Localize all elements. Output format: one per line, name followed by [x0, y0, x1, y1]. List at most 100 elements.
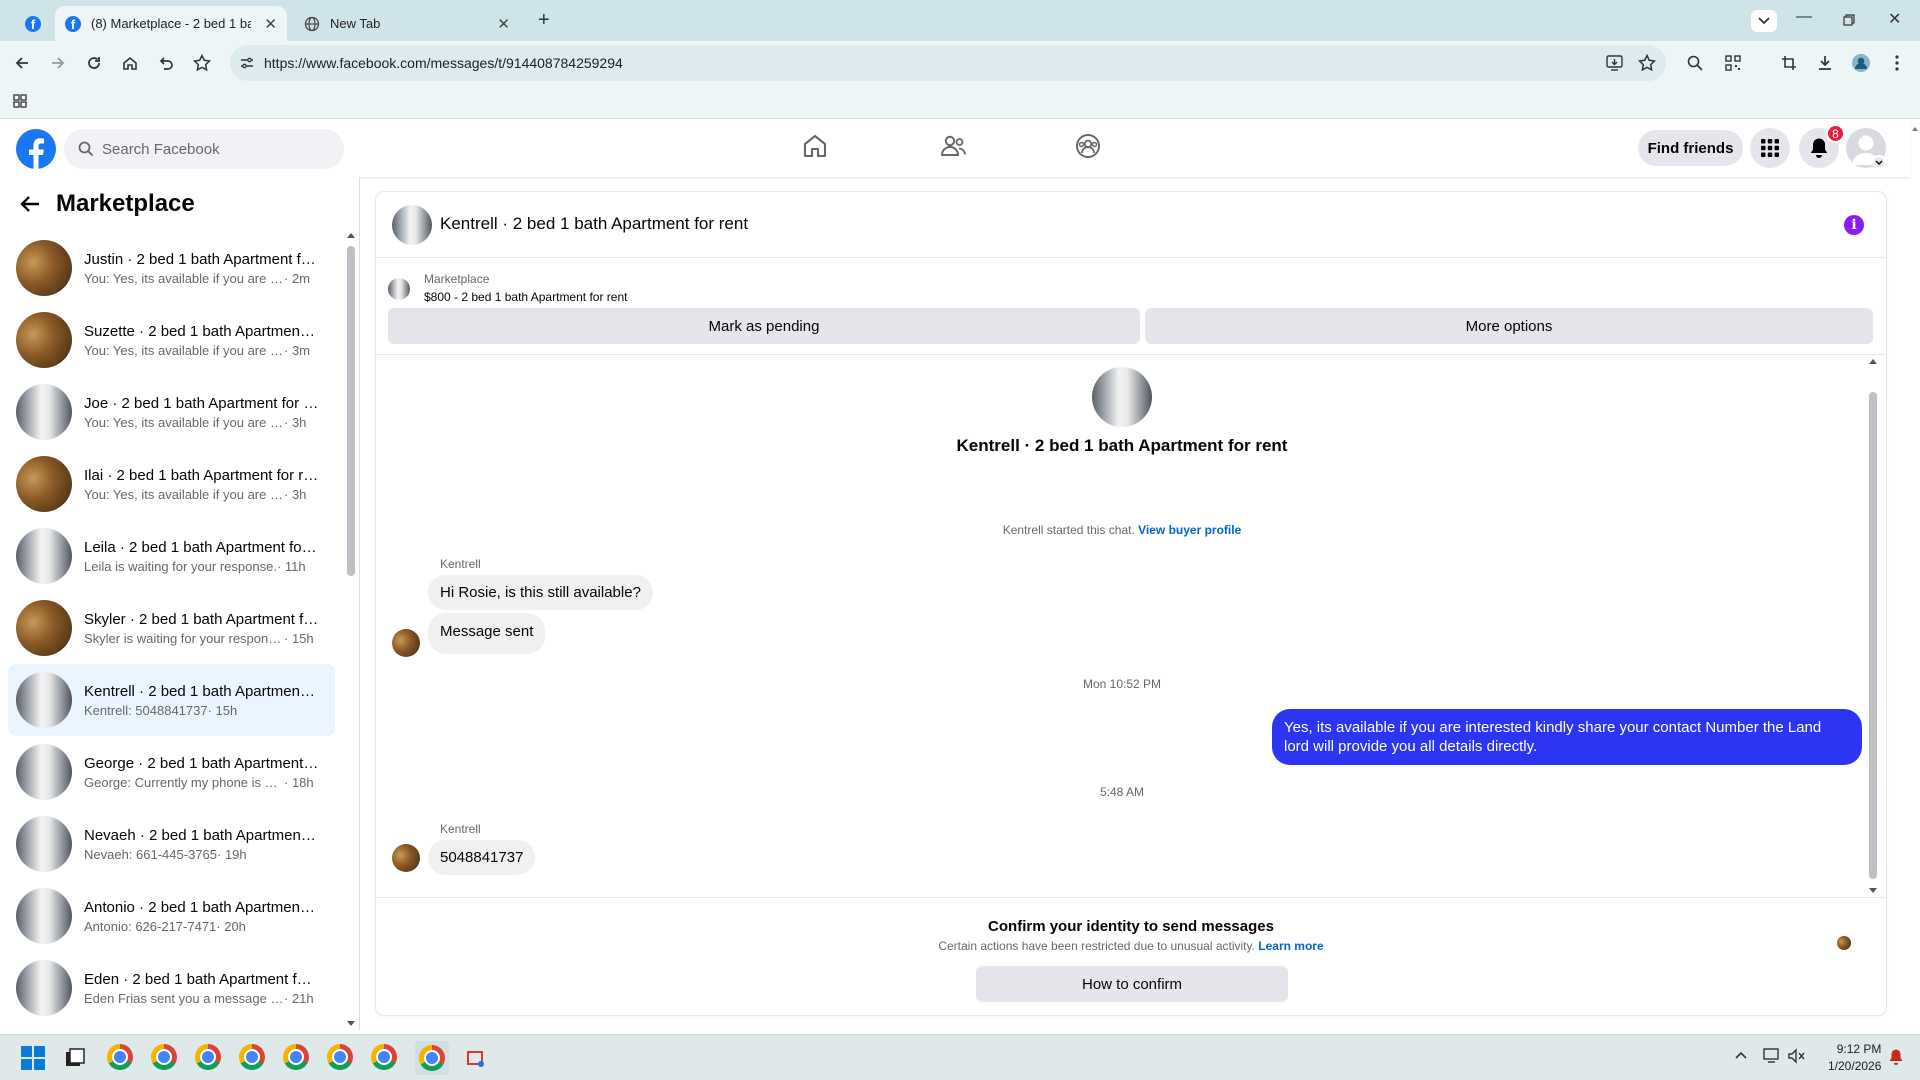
new-tab-icon[interactable]: + [538, 9, 550, 32]
close-tab-icon[interactable]: ✕ [264, 15, 277, 33]
info-icon[interactable]: i [1844, 215, 1864, 235]
buyer-avatar-large[interactable] [1092, 367, 1152, 427]
how-to-confirm-button[interactable]: How to confirm [976, 966, 1288, 1002]
conversation-preview-row: You: Yes, its available if you are inter… [84, 271, 319, 286]
windows-start-icon[interactable] [19, 1044, 47, 1072]
chrome-icon[interactable] [283, 1044, 311, 1072]
minimize-icon[interactable]: — [1796, 8, 1812, 26]
task-view-icon[interactable] [61, 1044, 89, 1072]
chrome-icon[interactable] [107, 1044, 135, 1072]
conversation-item[interactable]: Ilai · 2 bed 1 bath Apartment for rent Yo… [8, 448, 335, 520]
conversation-item[interactable]: Kentrell · 2 bed 1 bath Apartment for re… [8, 664, 335, 736]
chrome-icon[interactable] [195, 1044, 223, 1072]
incoming-message[interactable]: 5048841737 [428, 840, 536, 875]
bookmark-star-icon[interactable] [190, 51, 214, 75]
pinned-tab-facebook[interactable]: f [16, 6, 50, 41]
back-icon[interactable] [10, 51, 34, 75]
view-buyer-profile-link[interactable]: View buyer profile [1138, 523, 1241, 537]
sidebar-scroll-thumb[interactable] [347, 246, 355, 576]
message-sender: Kentrell [440, 822, 481, 836]
chrome-icon[interactable] [151, 1044, 179, 1072]
conversation-time: · 3m [284, 342, 310, 358]
friends-nav-icon[interactable] [939, 133, 967, 159]
install-app-icon[interactable] [1606, 55, 1623, 71]
chat-scrollbar[interactable] [1867, 358, 1879, 895]
tab-new-tab[interactable]: New Tab ✕ [294, 6, 520, 41]
close-window-icon[interactable]: ✕ [1888, 9, 1901, 29]
search-input[interactable]: Search Facebook [64, 129, 344, 169]
forward-icon[interactable] [46, 51, 70, 75]
chat-title[interactable]: Kentrell · 2 bed 1 bath Apartment for re… [440, 214, 748, 234]
find-friends-button[interactable]: Find friends [1638, 130, 1743, 166]
conversation-item[interactable]: Skyler · 2 bed 1 bath Apartment for rent… [8, 592, 335, 664]
tab-search-icon[interactable] [1751, 10, 1777, 32]
sender-avatar[interactable] [392, 844, 420, 872]
learn-more-link[interactable]: Learn more [1258, 939, 1323, 953]
groups-nav-icon[interactable] [1075, 133, 1101, 159]
sender-avatar[interactable] [392, 629, 420, 657]
sidebar-title: Marketplace [56, 190, 195, 217]
download-icon[interactable] [1813, 51, 1837, 75]
more-menu-icon[interactable] [1885, 51, 1909, 75]
facebook-logo-icon[interactable] [16, 129, 56, 169]
chrome-icon[interactable] [371, 1044, 399, 1072]
conversation-item[interactable]: Justin · 2 bed 1 bath Apartment for rent… [8, 232, 335, 304]
site-settings-icon[interactable] [240, 56, 254, 70]
conversation-item[interactable]: Nevaeh · 2 bed 1 bath Apartment for rent… [8, 808, 335, 880]
qr-code-icon[interactable] [1721, 51, 1745, 75]
conversation-preview: Leila is waiting for your response. [84, 558, 277, 574]
mark-as-pending-button[interactable]: Mark as pending [388, 308, 1140, 344]
conversation-preview: Antonio: 626-217-7471 [84, 918, 217, 934]
snipping-tool-icon[interactable] [462, 1044, 490, 1072]
conversation-preview: You: Yes, its available if you are inter… [84, 486, 284, 502]
crop-icon[interactable] [1777, 51, 1801, 75]
apps-grid-icon[interactable] [13, 94, 27, 108]
account-chevron-icon[interactable] [1872, 155, 1886, 169]
system-clock[interactable]: 9:12 PM 1/20/2026 [1828, 1041, 1881, 1075]
conversation-preview: Eden Frias sent you a message about your… [84, 990, 284, 1006]
close-tab-icon[interactable]: ✕ [497, 15, 510, 33]
tab-marketplace[interactable]: f (8) Marketplace - 2 bed 1 bath ✕ [55, 6, 287, 41]
reload-icon[interactable] [82, 51, 106, 75]
address-bar[interactable]: https://www.facebook.com/messages/t/9144… [230, 45, 1666, 81]
menu-button[interactable] [1750, 128, 1790, 168]
profile-icon[interactable] [1849, 51, 1873, 75]
conversation-item[interactable]: George · 2 bed 1 bath Apartment for rent… [8, 736, 335, 808]
conversation-time: · 21h [284, 990, 314, 1006]
conversation-text: Nevaeh · 2 bed 1 bath Apartment for rent… [84, 827, 319, 862]
back-arrow-icon[interactable] [20, 195, 40, 213]
chrome-icon[interactable] [327, 1044, 355, 1072]
outgoing-message[interactable]: Yes, its available if you are interested… [1272, 709, 1862, 765]
page-scrollbar[interactable] [1910, 125, 1920, 1025]
conversation-text: Ilai · 2 bed 1 bath Apartment for rent Yo… [84, 467, 319, 502]
home-icon[interactable] [118, 51, 142, 75]
bookmark-page-icon[interactable] [1638, 54, 1656, 72]
conversation-item[interactable]: Joe · 2 bed 1 bath Apartment for rent You… [8, 376, 335, 448]
chat-scroll-thumb[interactable] [1869, 392, 1877, 879]
conversation-preview-row: Kentrell: 5048841737 · 15h [84, 703, 319, 718]
conversation-item[interactable]: Suzette · 2 bed 1 bath Apartment for ren… [8, 304, 335, 376]
chrome-icon-active[interactable] [415, 1041, 449, 1075]
incoming-message[interactable]: Hi Rosie, is this still available? [428, 575, 653, 610]
sidebar-scrollbar[interactable] [345, 232, 357, 1027]
home-nav-icon[interactable] [802, 133, 828, 159]
undo-icon[interactable] [154, 51, 178, 75]
conversation-item[interactable]: Antonio · 2 bed 1 bath Apartment for ren… [8, 880, 335, 952]
confirm-subtitle: Certain actions have been restricted due… [376, 939, 1886, 953]
more-options-button[interactable]: More options [1145, 308, 1873, 344]
conversation-preview-row: George: Currently my phone is disconnect… [84, 775, 319, 790]
conversation-time: · 18h [284, 774, 314, 790]
zoom-icon[interactable] [1683, 51, 1707, 75]
conversation-avatar [16, 528, 72, 584]
conversation-item[interactable]: Eden · 2 bed 1 bath Apartment for rent Ed… [8, 952, 335, 1024]
incoming-message[interactable]: Message sent [428, 613, 546, 654]
chat-avatar[interactable] [392, 205, 432, 245]
volume-muted-icon[interactable] [1787, 1048, 1805, 1064]
notification-bell-icon[interactable] [1888, 1048, 1904, 1066]
conversation-item[interactable]: Leila · 2 bed 1 bath Apartment for rent L… [8, 520, 335, 592]
conversation-avatar [16, 744, 72, 800]
chrome-icon[interactable] [239, 1044, 267, 1072]
chevron-up-icon[interactable] [1734, 1050, 1748, 1060]
restore-icon[interactable] [1843, 14, 1855, 26]
network-icon[interactable] [1763, 1048, 1781, 1064]
